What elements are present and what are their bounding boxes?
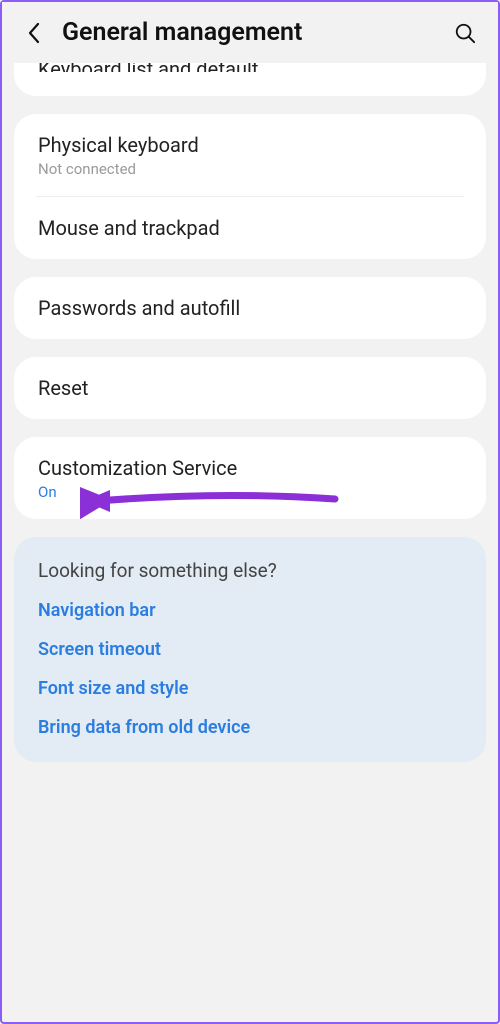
customization-group: Customization Service On	[14, 437, 486, 519]
passwords-autofill-item[interactable]: Passwords and autofill	[14, 277, 486, 339]
item-subtitle: Not connected	[38, 160, 462, 178]
suggestion-link-navigation-bar[interactable]: Navigation bar	[38, 600, 462, 621]
customization-service-item[interactable]: Customization Service On	[14, 437, 486, 519]
suggestions-card: Looking for something else? Navigation b…	[14, 537, 486, 762]
mouse-trackpad-item[interactable]: Mouse and trackpad	[14, 197, 486, 259]
item-label: Customization Service	[38, 455, 462, 481]
keyboard-list-item[interactable]: Keyboard list and default	[14, 63, 486, 96]
item-label: Passwords and autofill	[38, 295, 462, 321]
input-devices-group: Physical keyboard Not connected Mouse an…	[14, 114, 486, 259]
reset-item[interactable]: Reset	[14, 357, 486, 419]
item-label: Reset	[38, 375, 462, 401]
search-icon[interactable]	[452, 20, 478, 46]
suggestion-link-bring-data[interactable]: Bring data from old device	[38, 717, 462, 738]
suggestion-link-font-size[interactable]: Font size and style	[38, 678, 462, 699]
passwords-autofill-group: Passwords and autofill	[14, 277, 486, 339]
item-subtitle: On	[38, 483, 462, 501]
physical-keyboard-item[interactable]: Physical keyboard Not connected	[14, 114, 486, 196]
settings-content: Keyboard list and default Physical keybo…	[2, 63, 498, 762]
item-label: Keyboard list and default	[38, 63, 462, 72]
back-icon[interactable]	[22, 21, 46, 45]
item-label: Mouse and trackpad	[38, 215, 462, 241]
suggestion-link-screen-timeout[interactable]: Screen timeout	[38, 639, 462, 660]
reset-group: Reset	[14, 357, 486, 419]
item-label: Physical keyboard	[38, 132, 462, 158]
suggestions-title: Looking for something else?	[38, 559, 462, 582]
page-title: General management	[62, 18, 452, 47]
header: General management	[2, 2, 498, 55]
